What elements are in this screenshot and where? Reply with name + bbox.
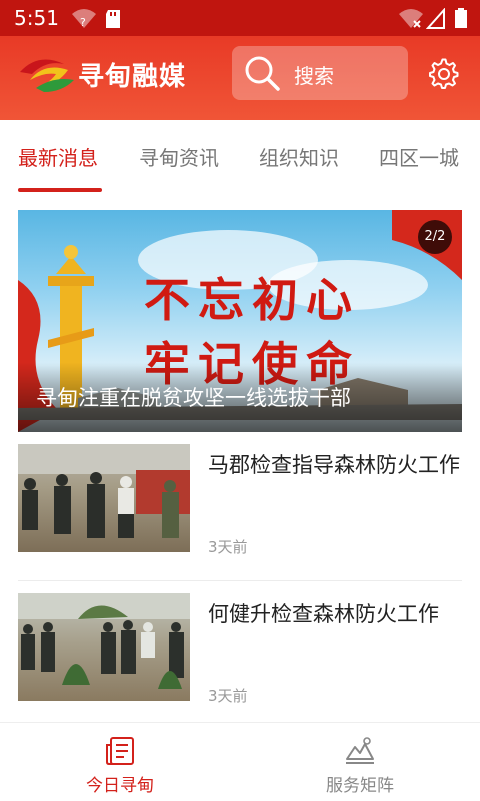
headline-banner[interactable]: 不忘初心 牢记使命 2/2 寻甸注重在脱贫攻坚一线选拔干部 (18, 210, 462, 432)
status-time: 5:51 (14, 6, 59, 30)
news-time: 3天前 (208, 687, 248, 705)
news-icon (106, 737, 134, 765)
news-photo-people (18, 444, 190, 538)
tab-xundian-news[interactable]: 寻甸资讯 (139, 142, 219, 171)
news-item[interactable]: 马郡检查指导森林防火工作 3天前 (18, 444, 462, 580)
search-icon (245, 56, 280, 91)
app-name: 寻甸融媒 (78, 62, 187, 92)
banner-page-counter: 2/2 (418, 220, 452, 254)
category-tabs: 最新消息 寻甸资讯 组织知识 四区一城 (0, 120, 480, 194)
banner-caption: 寻甸注重在脱贫攻坚一线选拔干部 (36, 386, 351, 410)
search-box[interactable]: 搜索 (232, 46, 408, 100)
search-placeholder: 搜索 (294, 64, 334, 88)
nav-service-matrix[interactable]: 服务矩阵 (240, 723, 480, 801)
news-thumbnail (18, 593, 190, 701)
news-item[interactable]: 何健升检查森林防火工作 3天前 (18, 593, 462, 729)
tab-organization[interactable]: 组织知识 (259, 142, 339, 171)
signal-icon (426, 8, 445, 29)
mountain-icon (346, 737, 374, 764)
wifi-off-icon (399, 9, 423, 28)
nav-label: 服务矩阵 (326, 776, 394, 796)
app-header: 寻甸融媒 搜索 (0, 36, 480, 120)
app-logo: 寻甸融媒 (18, 54, 208, 98)
list-divider (18, 580, 462, 581)
news-time: 3天前 (208, 538, 248, 556)
nav-label: 今日寻甸 (86, 776, 154, 796)
battery-icon (455, 8, 467, 28)
active-tab-indicator (18, 188, 102, 192)
news-title: 何健升检查森林防火工作 (208, 602, 439, 626)
nav-today-xundian[interactable]: 今日寻甸 (0, 723, 240, 801)
tab-latest[interactable]: 最新消息 (18, 142, 98, 171)
sd-card-icon (106, 10, 120, 28)
banner-slogan-line1: 不忘初心 (144, 273, 360, 327)
news-title: 马郡检查指导森林防火工作 (208, 453, 460, 477)
news-photo-people (18, 593, 190, 689)
svg-text:?: ? (80, 16, 86, 29)
bottom-navigation: 今日寻甸 服务矩阵 (0, 722, 480, 801)
news-thumbnail (18, 444, 190, 552)
status-bar: 5:51 ? (0, 0, 480, 36)
tab-four-districts[interactable]: 四区一城 (379, 142, 459, 171)
gear-icon[interactable] (428, 58, 460, 90)
wifi-unknown-icon: ? (72, 9, 96, 29)
logo-icon (20, 59, 74, 92)
